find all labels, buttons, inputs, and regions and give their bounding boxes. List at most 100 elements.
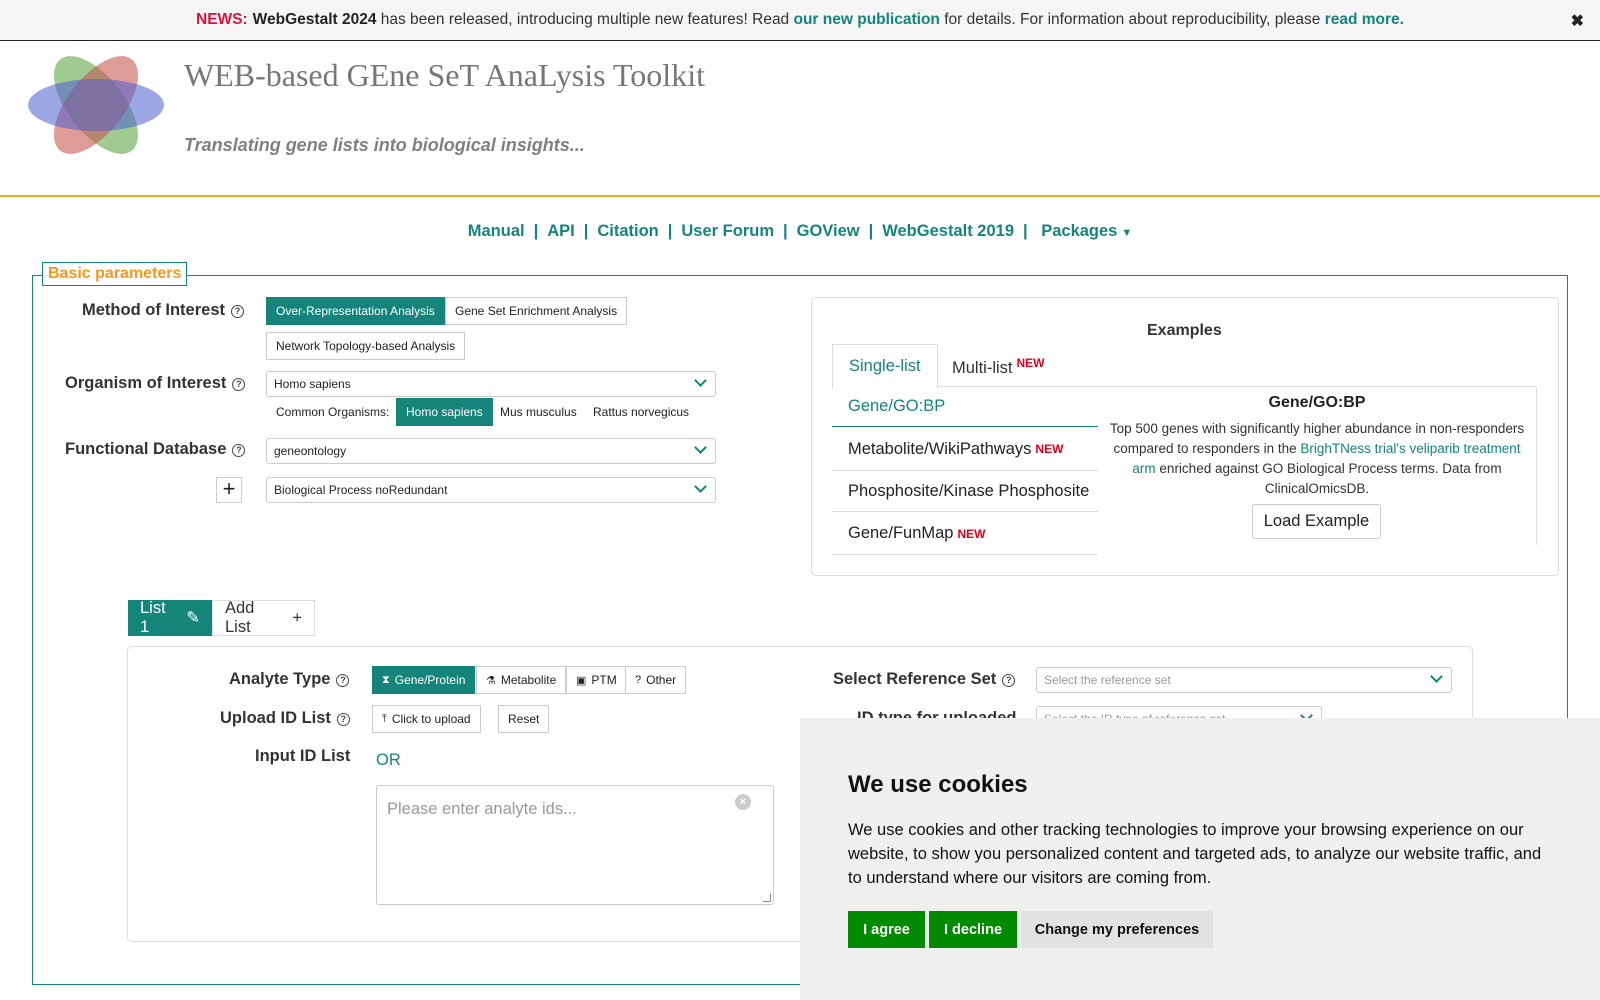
cookie-text: We use cookies and other tracking techno… <box>848 821 1542 887</box>
close-icon[interactable]: ✖ <box>1571 11 1584 31</box>
example-description-text-2: enriched against GO Biological Process t… <box>1155 461 1502 496</box>
add-list-label: Add List <box>225 599 255 636</box>
help-icon[interactable]: ? <box>232 444 246 457</box>
analyte-metabolite-label: Metabolite <box>500 673 557 687</box>
news-read-more-link[interactable]: read more. <box>1325 11 1404 29</box>
tab-list-1-label: List 1 <box>140 599 166 636</box>
analyte-ptm-label: PTM <box>591 673 617 687</box>
hourglass-icon: ⧗ <box>382 673 390 686</box>
database-select-value: geneontology <box>274 444 347 458</box>
organism-select[interactable]: Homo sapiens <box>266 371 716 397</box>
nav-user-forum[interactable]: User Forum <box>681 222 774 240</box>
help-icon[interactable]: ? <box>231 305 244 318</box>
basic-parameters-legend: Basic parameters <box>42 262 188 286</box>
nav-packages-dropdown[interactable]: Packages ▼ <box>1041 222 1132 240</box>
example-metabolite-label: Metabolite/WikiPathways <box>848 439 1032 458</box>
textarea-placeholder: Please enter analyte ids... <box>387 800 577 818</box>
tab-content-border <box>1536 387 1537 545</box>
reference-set-label: Select Reference Set? <box>833 670 1016 689</box>
news-publication-link[interactable]: our new publication <box>794 11 940 29</box>
analyte-type-label: Analyte Type? <box>229 670 350 689</box>
organism-label: Organism of Interest? <box>65 374 246 393</box>
clear-icon[interactable]: × <box>735 794 751 810</box>
webgestalt-logo[interactable] <box>28 51 164 159</box>
new-badge: NEW <box>1016 356 1045 370</box>
help-icon[interactable]: ? <box>336 674 350 687</box>
organism-homo-sapiens-button[interactable]: Homo sapiens <box>396 398 493 426</box>
method-label: Method of Interest? <box>82 301 244 320</box>
nav-citation[interactable]: Citation <box>597 222 658 240</box>
help-icon[interactable]: ? <box>336 713 350 726</box>
analyte-ptm-button[interactable]: ▣ PTM <box>566 666 627 694</box>
organism-rattus-norvegicus-button[interactable]: Rattus norvegicus <box>593 405 689 419</box>
help-icon[interactable]: ? <box>1002 674 1016 687</box>
nav-separator: | <box>783 222 788 240</box>
analyte-other-label: Other <box>646 673 677 687</box>
nav-webgestalt-2019[interactable]: WebGestalt 2019 <box>882 222 1014 240</box>
or-label: OR <box>376 751 401 769</box>
upload-id-list-label-text: Upload ID List <box>220 709 331 727</box>
analyte-other-button[interactable]: ? Other <box>625 666 687 694</box>
organism-mus-musculus-button[interactable]: Mus musculus <box>500 405 577 419</box>
chevron-down-icon <box>694 480 707 493</box>
cookie-agree-button[interactable]: I agree <box>848 911 925 948</box>
database-select[interactable]: geneontology <box>266 438 716 464</box>
example-phosphosite-kinase[interactable]: Phosphosite/Kinase Phosphosite <box>832 472 1098 512</box>
example-detail-title: Gene/GO:BP <box>1268 394 1366 411</box>
news-text-2: for details. For information about repro… <box>939 11 1325 28</box>
upload-id-list-label: Upload ID List? <box>220 709 350 728</box>
database-subcategory-value: Biological Process noRedundant <box>274 483 448 497</box>
site-tagline: Translating gene lists into biological i… <box>184 135 585 155</box>
nav-separator: | <box>667 222 673 240</box>
tab-multi-list[interactable]: Multi-list NEW <box>936 344 1061 390</box>
help-icon[interactable]: ? <box>232 378 246 391</box>
nav-separator: | <box>868 222 874 240</box>
database-label: Functional Database? <box>65 440 246 459</box>
flask-icon: ⚗ <box>486 674 496 687</box>
example-funmap-label: Gene/FunMap <box>848 524 954 542</box>
method-ora-button[interactable]: Over-Representation Analysis <box>266 297 445 325</box>
analyte-ids-textarea[interactable]: Please enter analyte ids... × <box>376 785 774 905</box>
analyte-type-label-text: Analyte Type <box>229 670 331 688</box>
upload-icon: ⤒ <box>382 712 387 725</box>
resize-handle[interactable] <box>763 894 771 902</box>
input-id-list-label: Input ID List <box>255 747 351 765</box>
example-gene-go-bp[interactable]: Gene/GO:BP <box>832 387 1098 427</box>
examples-title: Examples <box>1147 322 1222 339</box>
nav-goview[interactable]: GOView <box>797 222 860 240</box>
tab-single-list[interactable]: Single-list <box>832 344 938 389</box>
click-to-upload-button[interactable]: ⤒ Click to upload <box>372 705 481 733</box>
cookie-decline-button[interactable]: I decline <box>929 911 1017 948</box>
question-circle-icon: ? <box>635 674 642 686</box>
chevron-down-icon <box>1430 670 1443 683</box>
nav-manual[interactable]: Manual <box>468 222 525 240</box>
cookie-preferences-button[interactable]: Change my preferences <box>1021 911 1213 948</box>
analyte-gene-protein-button[interactable]: ⧗ Gene/Protein <box>372 666 476 694</box>
site-header: WEB-based GEne SeT AnaLysis Toolkit Tran… <box>0 41 1600 197</box>
nav-api[interactable]: API <box>547 222 575 240</box>
nav-separator: | <box>583 222 589 240</box>
tab-list-1[interactable]: List 1 ✎ <box>128 599 212 636</box>
news-label: NEWS: <box>196 11 248 28</box>
reference-set-select[interactable]: Select the reference set <box>1036 667 1452 693</box>
nav-separator: | <box>533 222 539 240</box>
organism-label-text: Organism of Interest <box>65 374 227 392</box>
analyte-metabolite-button[interactable]: ⚗ Metabolite <box>476 666 567 694</box>
caret-down-icon: ▼ <box>1121 227 1133 239</box>
chevron-down-icon <box>694 441 707 454</box>
example-metabolite-wikipathways[interactable]: Metabolite/WikiPathways NEW <box>832 428 1098 471</box>
news-banner: NEWS: WebGestalt 2024 has been released,… <box>0 0 1600 41</box>
chevron-down-icon <box>694 374 707 387</box>
add-list-tab[interactable]: Add List + <box>212 599 315 636</box>
load-example-button[interactable]: Load Example <box>1252 504 1381 539</box>
site-title: WEB-based GEne SeT AnaLysis Toolkit <box>184 57 705 93</box>
pencil-icon[interactable]: ✎ <box>186 608 200 628</box>
add-database-button[interactable]: + <box>216 477 242 503</box>
example-gene-funmap[interactable]: Gene/FunMap NEW <box>832 513 1098 555</box>
method-label-text: Method of Interest <box>82 301 225 319</box>
method-nta-button[interactable]: Network Topology-based Analysis <box>266 332 466 360</box>
database-subcategory-select[interactable]: Biological Process noRedundant <box>266 477 716 503</box>
method-gsea-button[interactable]: Gene Set Enrichment Analysis <box>445 297 628 325</box>
news-text-1: has been released, introducing multiple … <box>376 11 794 28</box>
reset-button[interactable]: Reset <box>498 705 550 733</box>
